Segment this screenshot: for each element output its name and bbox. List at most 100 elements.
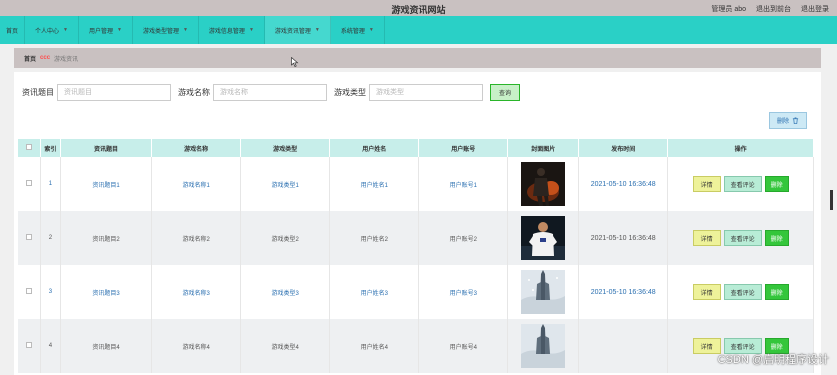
bulk-delete-label: 删除 [776,119,789,125]
news-table: 索引 资讯题目 游戏名称 游戏类型 用户姓名 用户账号 封面图片 发布时间 操作… [18,139,814,373]
cover-image [521,324,566,368]
goto-front-link[interactable]: 退出到前台 [756,4,791,14]
nav-personal-center[interactable]: 个人中心 ▼ [25,16,79,44]
view-comments-button[interactable]: 查看评论 [723,230,762,246]
game-type-search-input[interactable] [369,84,483,101]
row-checkbox[interactable] [25,288,32,294]
nav-system-management[interactable]: 系统管理 ▼ [331,16,385,44]
trash-icon [792,117,799,124]
column-header: 操作 [667,139,814,157]
nav-game-news-management[interactable]: 游戏资讯管理 ▼ [264,16,331,44]
logout-link[interactable]: 退出登录 [801,4,829,14]
cover-image [521,216,566,260]
admin-user-label: 管理员 abo [711,6,746,13]
game-name-cell: 游戏名称3 [151,265,242,319]
detail-button[interactable]: 详情 [692,176,721,192]
nav-game-info-management[interactable]: 游戏信息管理 ▼ [199,16,265,44]
index-cell: 4 [40,319,62,373]
index-cell: 2 [40,211,62,265]
game-name-cell: 游戏名称4 [151,319,242,373]
nav-label: 游戏信息管理 [208,28,245,35]
account-cell: 用户账号4 [418,319,509,373]
nav-label: 游戏类型管理 [142,28,179,35]
game-name-search-label: 游戏名称 [178,88,210,97]
main-nav: 首页 个人中心 ▼ 用户管理 ▼ 游戏类型管理 ▼ 游戏信息管理 ▼ 游戏资讯管理 ▼ 系… [0,16,837,44]
select-all-header [18,139,41,157]
title-search-input[interactable] [57,84,171,101]
publish-time-cell: 2021-05-10 16:36:48 [578,157,669,211]
bulk-delete-button[interactable]: 删除 [769,112,807,129]
nav-label: 个人中心 [35,28,60,35]
mouse-cursor-icon [291,57,299,67]
row-select-cell [18,211,41,265]
game-type-cell: 游戏类型1 [240,157,331,211]
title-cell: 资讯题目4 [60,319,153,373]
breadcrumb-separator: ccc [40,55,51,61]
publish-time-cell: 2021-05-10 16:36:48 [578,265,669,319]
game-type-search-label: 游戏类型 [334,88,366,97]
delete-button[interactable]: 删除 [764,176,789,192]
chevron-down-icon: ▼ [63,27,68,33]
column-header: 游戏类型 [240,139,331,157]
detail-button[interactable]: 详情 [692,338,721,354]
title-cell: 资讯题目2 [60,211,153,265]
column-header: 封面图片 [507,139,580,157]
view-comments-button[interactable]: 查看评论 [723,176,762,192]
nav-label: 系统管理 [340,28,365,35]
cover-cell [507,157,580,211]
delete-button[interactable]: 删除 [764,230,789,246]
table-row: 4 资讯题目4 游戏名称4 游戏类型4 用户姓名4 用户账号4 详情 查看评论 … [18,319,814,373]
username-cell: 用户姓名4 [329,319,420,373]
content-panel: 资讯题目 游戏名称 游戏类型 查询 删除 索引 资讯题目 游戏名称 游戏类型 用… [14,72,821,375]
cover-cell [507,319,580,373]
row-select-cell [18,265,41,319]
row-checkbox[interactable] [25,180,32,186]
game-type-cell: 游戏类型2 [240,211,331,265]
search-form: 资讯题目 游戏名称 游戏类型 查询 [22,84,520,101]
table-row: 1 资讯题目1 游戏名称1 游戏类型1 用户姓名1 用户账号1 2021-05-… [18,157,814,211]
detail-button[interactable]: 详情 [692,284,721,300]
title-cell: 资讯题目1 [60,157,153,211]
row-checkbox[interactable] [25,234,32,240]
view-comments-button[interactable]: 查看评论 [723,284,762,300]
publish-time-cell: 2021-05-10 16:36:48 [578,211,669,265]
query-button[interactable]: 查询 [490,84,520,101]
index-cell: 3 [40,265,62,319]
game-type-cell: 游戏类型3 [240,265,331,319]
cover-image [521,162,566,206]
game-name-cell: 游戏名称2 [151,211,242,265]
column-header: 用户账号 [418,139,509,157]
breadcrumb-current: 游戏资讯 [54,56,79,63]
select-all-checkbox[interactable] [25,144,32,150]
cover-cell [507,211,580,265]
detail-button[interactable]: 详情 [692,230,721,246]
table-row: 3 资讯题目3 游戏名称3 游戏类型3 用户姓名3 用户账号3 2021-05-… [18,265,814,319]
column-header: 索引 [40,139,62,157]
watermark-text: CSDN @启明程序设计 [717,354,829,366]
chevron-down-icon: ▼ [182,27,188,33]
actions-cell: 详情 查看评论 删除 [667,265,814,319]
nav-game-type-management[interactable]: 游戏类型管理 ▼ [133,16,199,44]
nav-user-management[interactable]: 用户管理 ▼ [79,16,133,44]
nav-home[interactable]: 首页 [0,16,26,44]
index-cell: 1 [40,157,62,211]
top-header: 游戏资讯网站 管理员 abo 退出到前台 退出登录 [0,0,837,16]
chevron-down-icon: ▼ [314,27,320,33]
username-cell: 用户姓名2 [329,211,420,265]
username-cell: 用户姓名1 [329,157,420,211]
chevron-down-icon: ▼ [368,27,374,33]
breadcrumb: 首页 ccc 游戏资讯 [14,48,821,68]
row-select-cell [18,319,41,373]
breadcrumb-home[interactable]: 首页 [24,54,36,63]
table-header-row: 索引 资讯题目 游戏名称 游戏类型 用户姓名 用户账号 封面图片 发布时间 操作 [18,139,814,157]
publish-time-cell [578,319,669,373]
table-row: 2 资讯题目2 游戏名称2 游戏类型2 用户姓名2 用户账号2 2021-05-… [18,211,814,265]
game-type-cell: 游戏类型4 [240,319,331,373]
delete-button[interactable]: 删除 [764,284,789,300]
header-user-area: 管理员 abo 退出到前台 退出登录 [711,4,829,14]
game-name-search-input[interactable] [213,84,327,101]
cover-image [521,270,566,314]
row-checkbox[interactable] [25,342,32,348]
account-cell: 用户账号1 [418,157,509,211]
scroll-handle[interactable] [830,190,833,210]
